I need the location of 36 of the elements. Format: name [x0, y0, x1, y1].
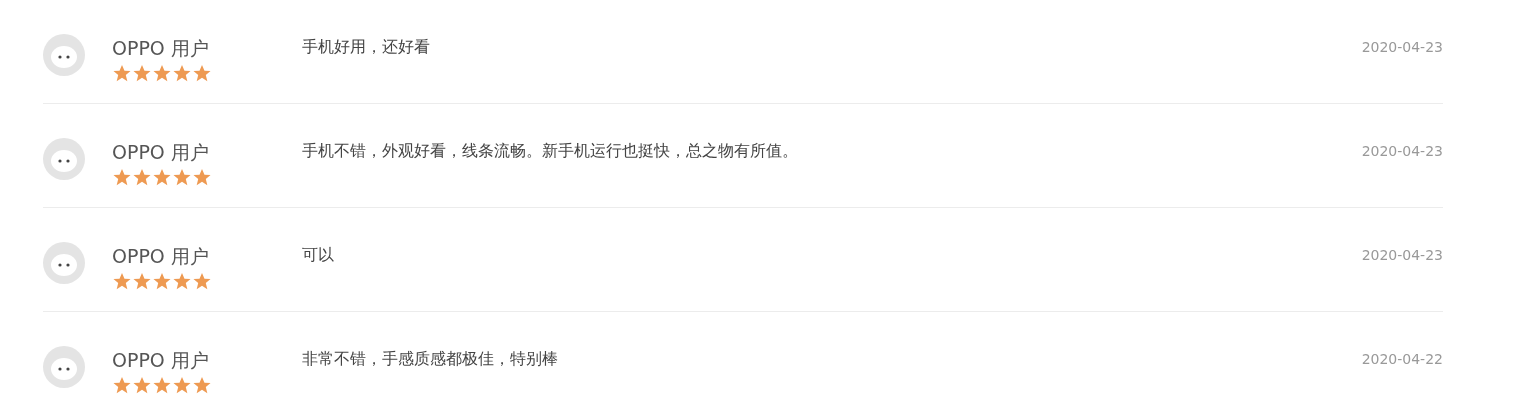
review-date: 2020-04-23 [1361, 38, 1443, 56]
star-icon [112, 376, 132, 395]
star-icon [192, 168, 212, 187]
star-icon [152, 272, 172, 291]
star-icon [132, 376, 152, 395]
review-text: 手机不错，外观好看，线条流畅。新手机运行也挺快，总之物有所值。 [302, 141, 799, 161]
user-name: OPPO 用户 [112, 140, 210, 164]
star-icon [192, 272, 212, 291]
star-icon [132, 272, 152, 291]
user-name: OPPO 用户 [112, 36, 210, 60]
star-icon [132, 168, 152, 187]
star-icon [112, 272, 132, 291]
review-text: 非常不错，手感质感都极佳，特别棒 [302, 349, 559, 369]
star-icon [172, 64, 192, 83]
avatar-icon [43, 34, 85, 76]
star-icon [172, 272, 192, 291]
star-icon [172, 168, 192, 187]
review-text: 可以 [302, 245, 335, 265]
star-icon [172, 376, 192, 395]
star-icon [152, 376, 172, 395]
star-icon [132, 64, 152, 83]
avatar-icon [43, 138, 85, 180]
star-icon [192, 64, 212, 83]
user-name: OPPO 用户 [112, 244, 210, 268]
review-date: 2020-04-23 [1361, 142, 1443, 160]
star-icon [192, 376, 212, 395]
review-date: 2020-04-23 [1361, 246, 1443, 264]
avatar-icon [43, 346, 85, 388]
star-icon [152, 64, 172, 83]
review-text: 手机好用，还好看 [302, 37, 431, 57]
star-icon [152, 168, 172, 187]
star-icon [112, 168, 132, 187]
star-icon [112, 64, 132, 83]
avatar-icon [43, 242, 85, 284]
review-date: 2020-04-22 [1361, 350, 1443, 368]
user-name: OPPO 用户 [112, 348, 210, 372]
